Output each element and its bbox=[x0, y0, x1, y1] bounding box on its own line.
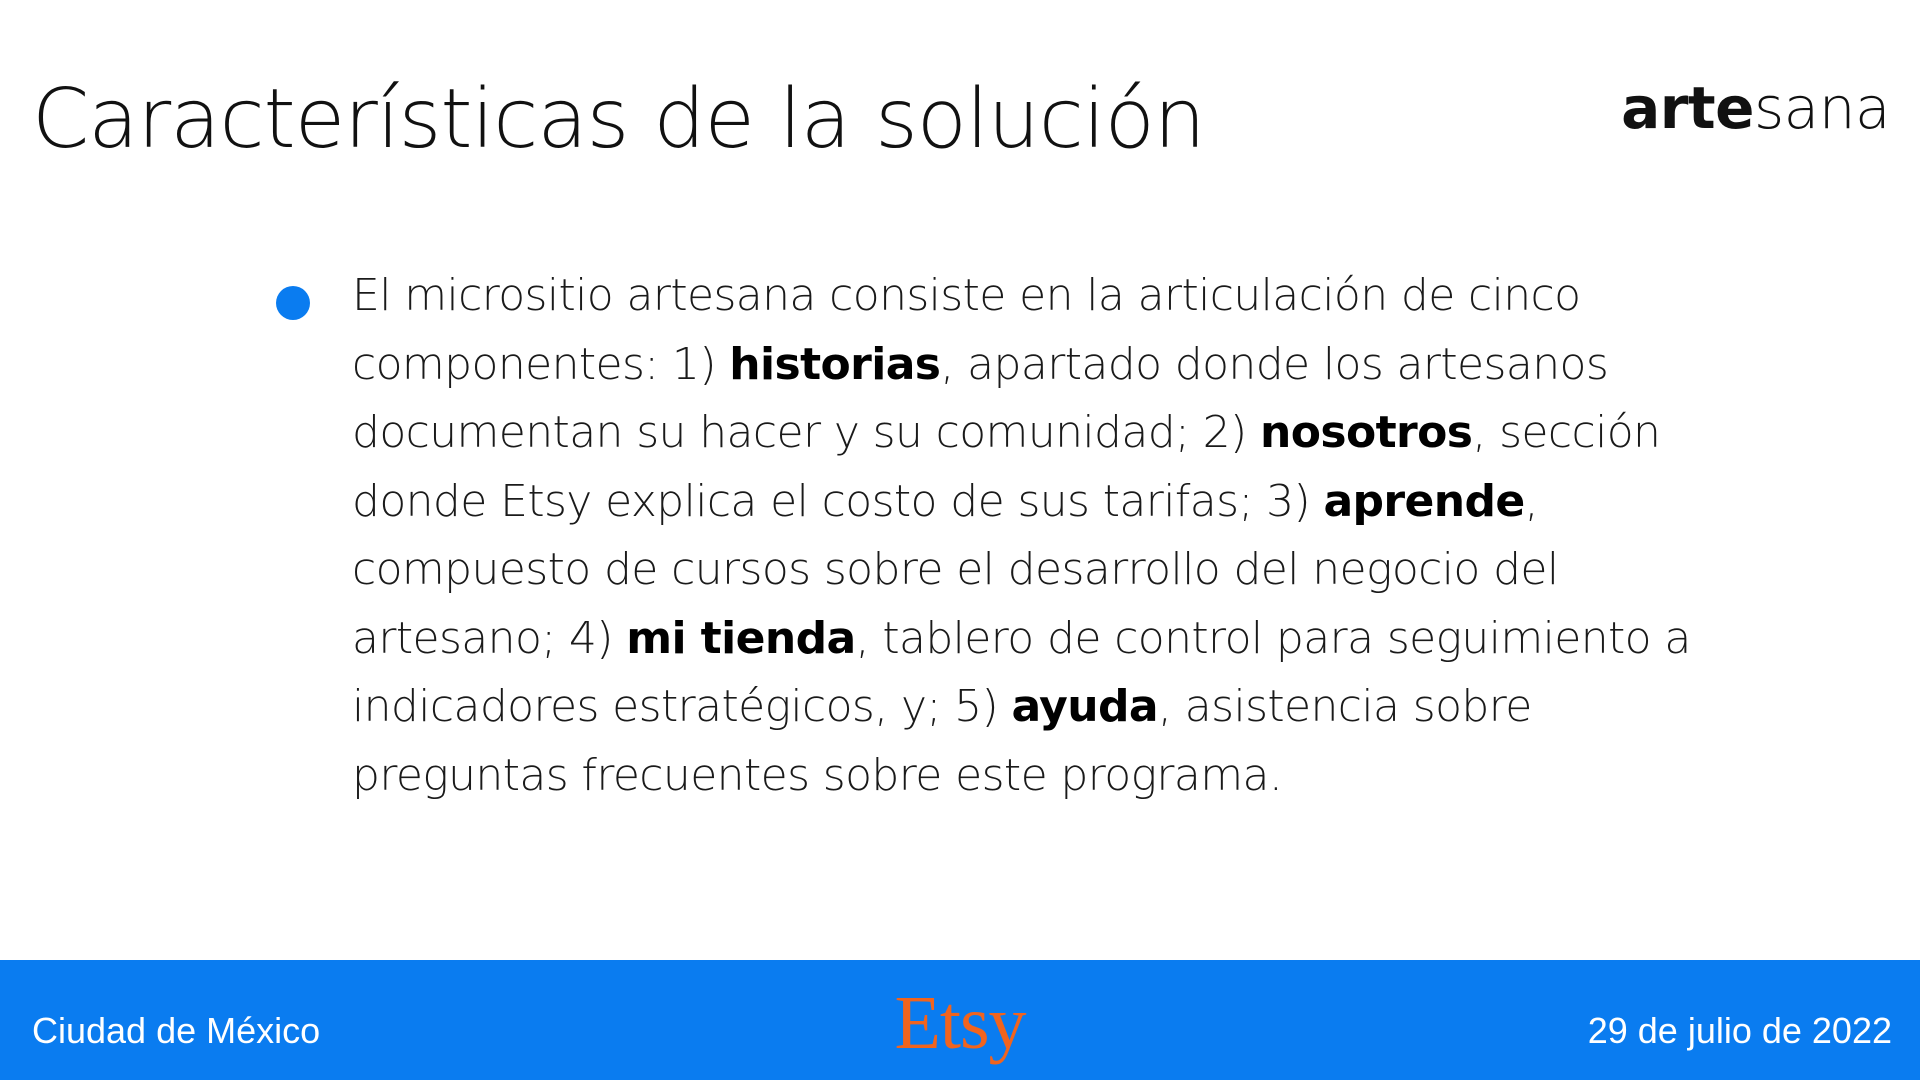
bullet-item: El micrositio artesana consiste en la ar… bbox=[276, 262, 1716, 810]
bullet-text-bold: aprende bbox=[1323, 475, 1525, 527]
bullet-text-bold: historias bbox=[729, 338, 941, 390]
bullet-text-bold: mi tienda bbox=[626, 612, 856, 664]
slide-content: El micrositio artesana consiste en la ar… bbox=[276, 262, 1716, 810]
bullet-text-bold: nosotros bbox=[1260, 407, 1473, 458]
bullet-text: El micrositio artesana consiste en la ar… bbox=[352, 262, 1716, 810]
slide-title: Características de la solución bbox=[32, 72, 1206, 167]
brand-logo-artesana: artesana bbox=[1621, 74, 1890, 142]
footer-bar: Ciudad de México Etsy 29 de julio de 202… bbox=[0, 960, 1920, 1080]
footer-date: 29 de julio de 2022 bbox=[1587, 1010, 1892, 1051]
brand-logo-light: sana bbox=[1753, 74, 1891, 142]
bullet-dot-icon bbox=[276, 286, 310, 320]
bullet-text-bold: ayuda bbox=[1011, 681, 1158, 732]
slide: Características de la solución artesana … bbox=[0, 0, 1920, 1080]
brand-logo-bold: arte bbox=[1621, 74, 1754, 142]
